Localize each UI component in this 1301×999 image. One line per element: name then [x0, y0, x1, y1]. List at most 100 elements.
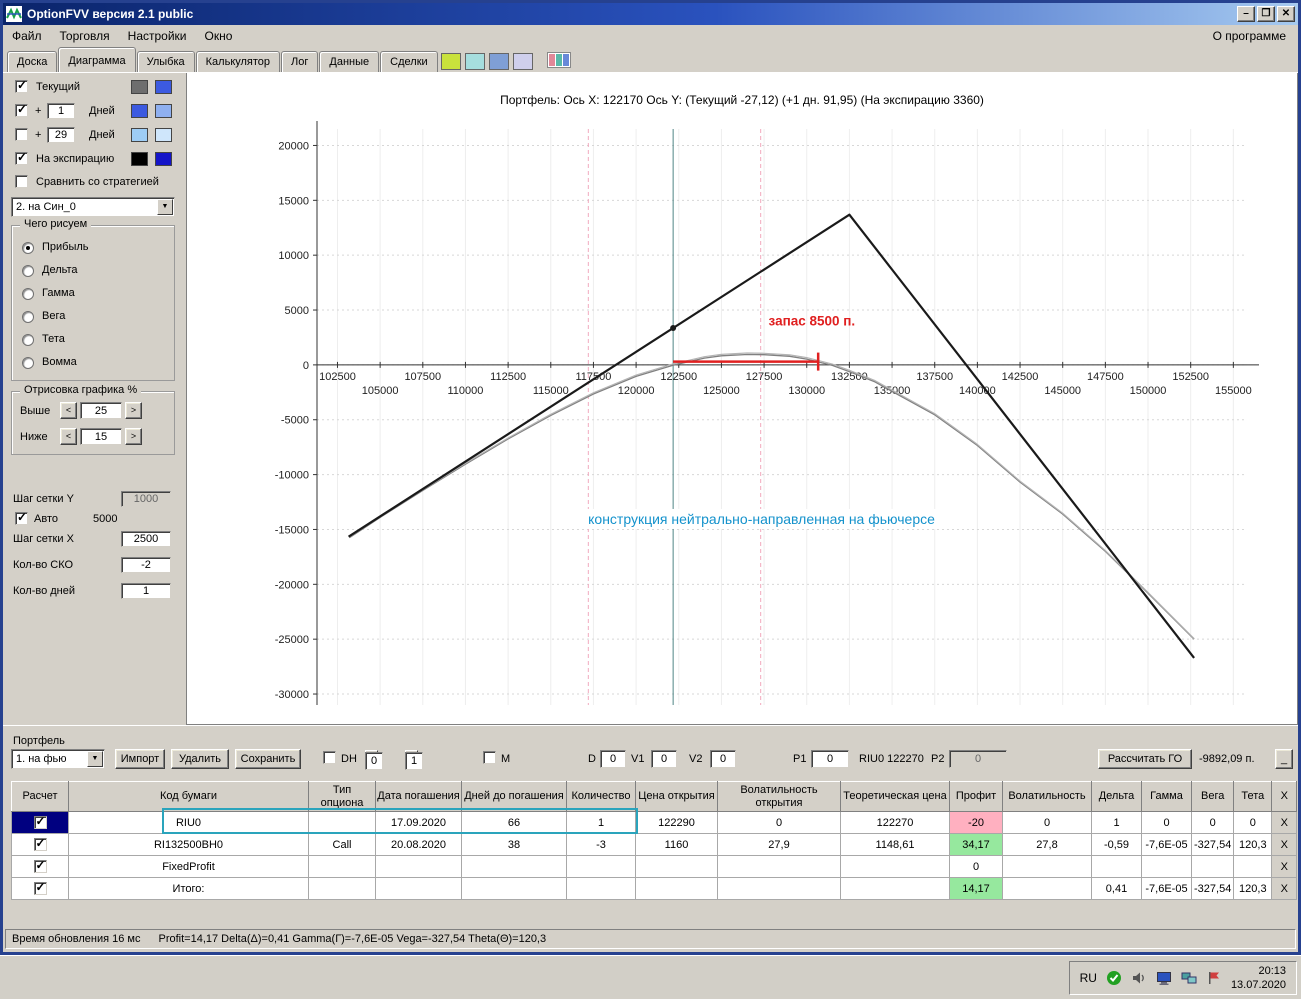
- color-swatch[interactable]: [131, 80, 148, 94]
- radio-gamma[interactable]: [22, 288, 34, 300]
- menu-file[interactable]: Файл: [3, 26, 51, 46]
- cell: -327,54: [1190, 833, 1235, 856]
- calc-margin-button[interactable]: Рассчитать ГО: [1098, 749, 1192, 769]
- color-swatch[interactable]: [155, 80, 172, 94]
- language-indicator[interactable]: RU: [1080, 971, 1097, 985]
- auto-checkbox[interactable]: [15, 510, 28, 525]
- tab-data[interactable]: Данные: [319, 51, 380, 72]
- tab-board[interactable]: Доска: [7, 51, 58, 72]
- above-percent-input[interactable]: [80, 402, 122, 419]
- save-button[interactable]: Сохранить: [235, 749, 301, 769]
- cell: 120,3: [1233, 833, 1273, 856]
- svg-text:145000: 145000: [1044, 385, 1081, 397]
- current-checkbox[interactable]: [15, 78, 28, 93]
- minimize-button[interactable]: –: [1237, 6, 1255, 22]
- row-checkbox[interactable]: [33, 814, 47, 829]
- color-swatch[interactable]: [131, 104, 148, 118]
- tab-smile[interactable]: Улыбка: [136, 51, 195, 72]
- row-select-cell[interactable]: [11, 877, 69, 900]
- chevron-down-icon[interactable]: ▼: [157, 199, 173, 215]
- color-swatch[interactable]: [155, 128, 172, 142]
- days-count-input[interactable]: [121, 583, 171, 599]
- color-swatch[interactable]: [131, 128, 148, 142]
- volume-icon[interactable]: [1131, 970, 1147, 986]
- svg-text:107500: 107500: [404, 371, 441, 383]
- portfolio-select[interactable]: 1. на фью ▼: [11, 749, 105, 769]
- color-swatch[interactable]: [155, 152, 172, 166]
- import-button[interactable]: Импорт: [115, 749, 165, 769]
- tab-log[interactable]: Лог: [281, 51, 319, 72]
- network-icon[interactable]: [1181, 970, 1197, 986]
- cell: -7,6E-05: [1141, 877, 1192, 900]
- tab-deals[interactable]: Сделки: [380, 51, 438, 72]
- table-row[interactable]: RI132500BH0 Call 20.08.2020 38 -3 1160 2…: [11, 833, 1298, 856]
- grid-x-input[interactable]: [121, 531, 171, 547]
- color-swatch-icon[interactable]: [512, 53, 533, 70]
- menu-about[interactable]: О программе: [1201, 26, 1298, 46]
- menu-window[interactable]: Окно: [196, 26, 242, 46]
- above-decrease-button[interactable]: <: [60, 402, 77, 419]
- close-button[interactable]: ✕: [1277, 6, 1295, 22]
- p2-label: P2: [931, 753, 945, 765]
- maximize-button[interactable]: ❐: [1257, 6, 1275, 22]
- flag-icon[interactable]: [1206, 970, 1222, 986]
- sko-input[interactable]: [121, 557, 171, 573]
- payoff-chart[interactable]: 20000 15000 10000 5000 0 -5000 -10000 -15000 -20…: [187, 73, 1297, 723]
- menu-settings[interactable]: Настройки: [119, 26, 196, 46]
- plus1-checkbox[interactable]: [15, 102, 28, 117]
- color-swatch-icon[interactable]: [488, 53, 509, 70]
- delete-row-button[interactable]: X: [1271, 855, 1298, 878]
- color-swatch[interactable]: [155, 104, 172, 118]
- below-decrease-button[interactable]: <: [60, 428, 77, 445]
- expiration-checkbox[interactable]: [15, 150, 28, 165]
- radio-profit[interactable]: [22, 242, 34, 254]
- strategy-select[interactable]: 2. на Син_0 ▼: [11, 197, 175, 217]
- p1-label: P1: [793, 753, 807, 765]
- dh-spinner-2[interactable]: ▴▾: [405, 750, 423, 770]
- dh-checkbox[interactable]: [323, 751, 336, 764]
- clock[interactable]: 20:13 13.07.2020: [1231, 964, 1286, 992]
- display-icon[interactable]: [1156, 970, 1172, 986]
- compare-checkbox[interactable]: [15, 175, 28, 188]
- row-select-cell[interactable]: [11, 833, 69, 856]
- v1-input[interactable]: [651, 750, 677, 768]
- table-row[interactable]: RIU0 17.09.2020 66 1 122290 0 122270 -20…: [11, 811, 1298, 834]
- color-swatch-icon[interactable]: [440, 53, 461, 70]
- chevron-down-icon[interactable]: ▼: [87, 751, 103, 767]
- v2-input[interactable]: [710, 750, 736, 768]
- color-swatch[interactable]: [131, 152, 148, 166]
- plus29-checkbox[interactable]: [15, 128, 28, 141]
- radio-theta[interactable]: [22, 334, 34, 346]
- row-select-cell[interactable]: [11, 811, 69, 834]
- tab-diagram[interactable]: Диаграмма: [58, 47, 136, 72]
- days1-input[interactable]: [47, 103, 75, 119]
- days29-input[interactable]: [47, 127, 75, 143]
- below-percent-input[interactable]: [80, 428, 122, 445]
- above-increase-button[interactable]: >: [125, 402, 142, 419]
- delete-button[interactable]: Удалить: [171, 749, 229, 769]
- color-swatch-icon[interactable]: [464, 53, 485, 70]
- radio-delta[interactable]: [22, 265, 34, 277]
- status-ok-icon[interactable]: [1106, 970, 1122, 986]
- row-checkbox[interactable]: [33, 880, 47, 895]
- tab-calculator[interactable]: Калькулятор: [195, 51, 281, 72]
- palette-icon[interactable]: [546, 52, 571, 68]
- delete-row-button[interactable]: X: [1271, 877, 1298, 900]
- delete-row-button[interactable]: X: [1271, 833, 1298, 856]
- collapse-button[interactable]: _: [1275, 749, 1293, 769]
- table-row[interactable]: FixedProfit 0 X: [11, 855, 1298, 878]
- below-increase-button[interactable]: >: [125, 428, 142, 445]
- delete-row-button[interactable]: X: [1271, 811, 1298, 834]
- menu-trading[interactable]: Торговля: [51, 26, 119, 46]
- horizontal-splitter[interactable]: [3, 725, 1298, 735]
- radio-vega[interactable]: [22, 311, 34, 323]
- dh-spinner-1[interactable]: ▴▾: [365, 750, 383, 770]
- radio-vomma[interactable]: [22, 357, 34, 369]
- m-checkbox[interactable]: [483, 751, 496, 764]
- d-input[interactable]: [600, 750, 626, 768]
- p1-input[interactable]: [811, 750, 849, 768]
- table-row-total[interactable]: Итого: 14,17 0,41 -7,6E-05 -327,54 120,3…: [11, 877, 1298, 900]
- row-checkbox[interactable]: [33, 858, 47, 873]
- row-checkbox[interactable]: [33, 836, 47, 851]
- row-select-cell[interactable]: [11, 855, 69, 878]
